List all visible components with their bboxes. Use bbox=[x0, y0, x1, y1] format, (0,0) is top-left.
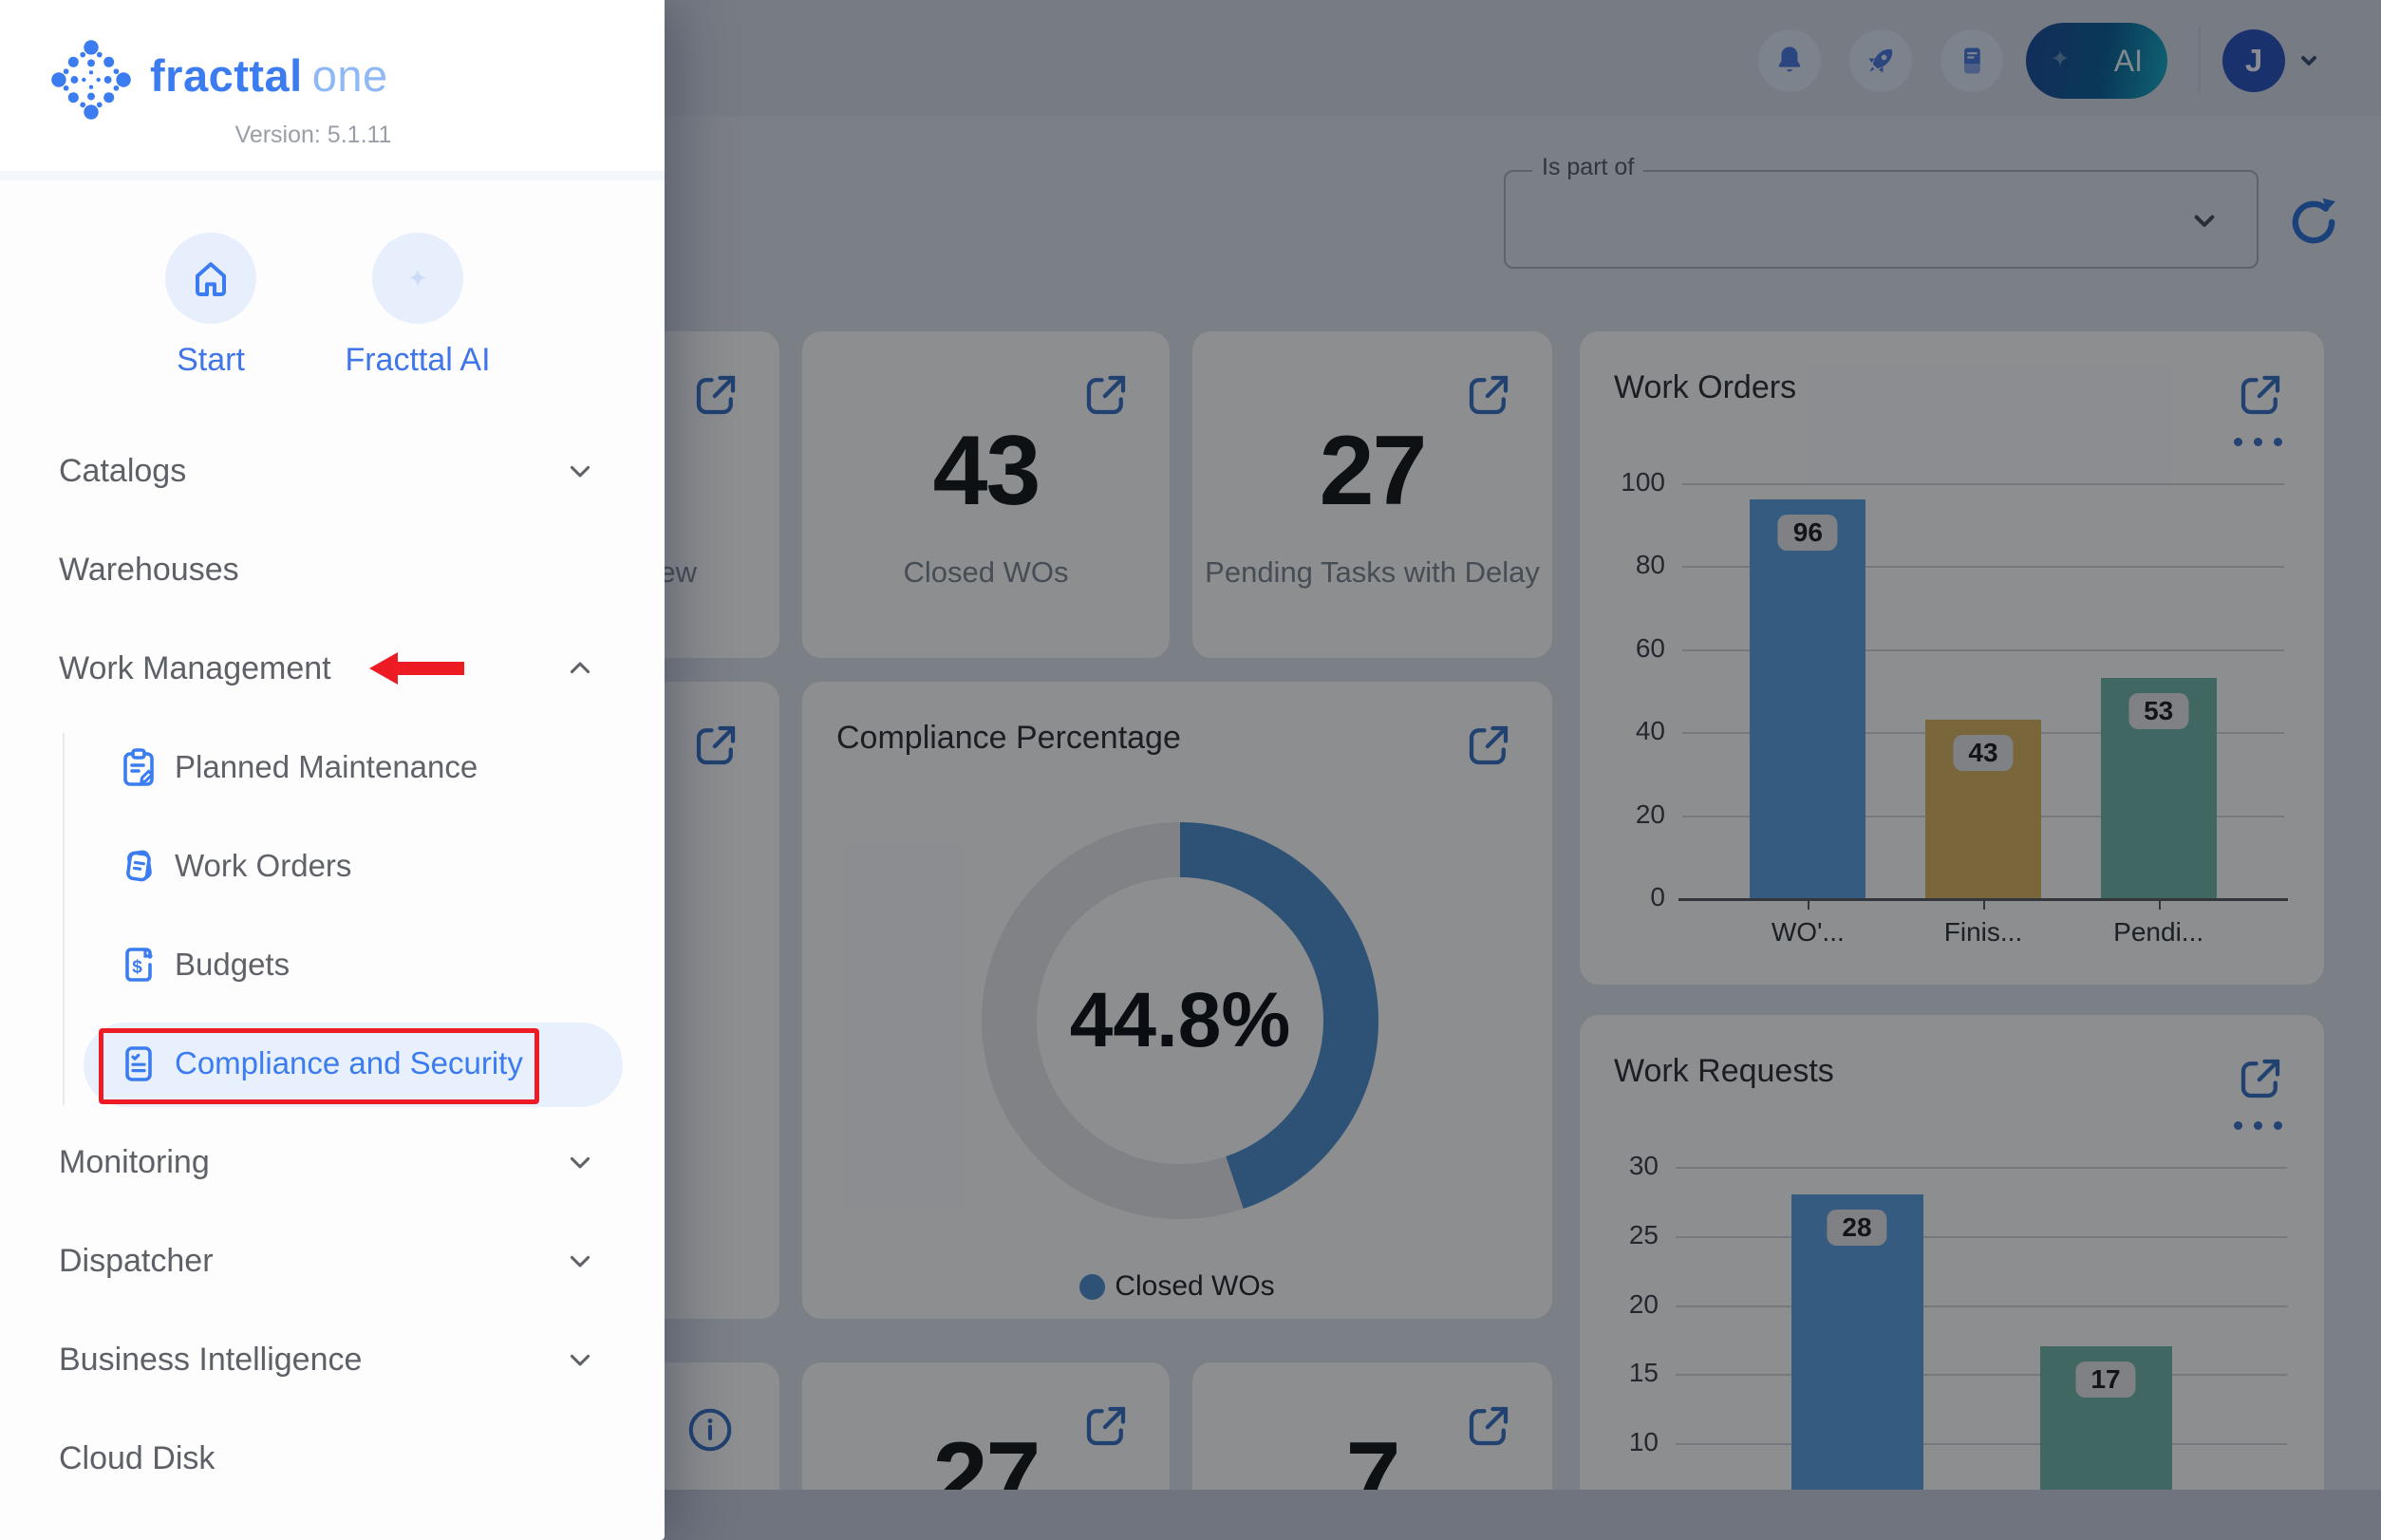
sidebar-item-work-orders[interactable]: Work Orders bbox=[0, 823, 665, 909]
home-icon bbox=[188, 255, 234, 301]
sidebar-item-planned-maintenance[interactable]: Planned Maintenance bbox=[0, 724, 665, 810]
documents-icon bbox=[116, 843, 161, 889]
sidebar-item-label: Cloud Disk bbox=[59, 1440, 215, 1477]
sidebar-item-label: Work Management bbox=[59, 650, 331, 687]
sparkle-icon: ✦ bbox=[407, 264, 428, 293]
sidebar-item-label: Planned Maintenance bbox=[175, 749, 478, 785]
sidebar-item-dispatcher[interactable]: Dispatcher bbox=[0, 1218, 665, 1304]
fracttal-logo-icon bbox=[49, 38, 133, 122]
sidebar-item-label: Catalogs bbox=[59, 453, 186, 490]
fracttal-one-app: ✦ AI J Is part of ew bbox=[0, 0, 2381, 1540]
sidebar-item-catalogs[interactable]: Catalogs bbox=[0, 428, 665, 514]
chevron-down-icon bbox=[564, 1146, 596, 1178]
sidebar-item-label: Budgets bbox=[175, 947, 290, 983]
sidebar-item-label: Business Intelligence bbox=[59, 1342, 362, 1379]
sidebar-item-label: Dispatcher bbox=[59, 1243, 214, 1280]
red-arrow-annotation bbox=[369, 652, 464, 685]
sidebar-item-monitoring[interactable]: Monitoring bbox=[0, 1119, 665, 1205]
main-menu-drawer: fracttalone Version: 5.1.11 ✦ Start Frac… bbox=[0, 0, 665, 1540]
sidebar-item-budgets[interactable]: $ Budgets bbox=[0, 922, 665, 1007]
sidebar-item-label: Compliance and Security bbox=[175, 1045, 523, 1081]
chevron-up-icon bbox=[564, 652, 596, 685]
shortcut-start[interactable] bbox=[165, 233, 256, 324]
sidebar-item-label: Warehouses bbox=[59, 552, 239, 589]
clipboard-edit-icon bbox=[116, 744, 161, 790]
chevron-down-icon bbox=[564, 455, 596, 487]
chevron-down-icon bbox=[564, 1343, 596, 1376]
version-text: Version: 5.1.11 bbox=[123, 122, 503, 149]
fracttal-logo-text: fracttalone bbox=[150, 49, 388, 102]
sidebar-item-label: Work Orders bbox=[175, 848, 351, 884]
sidebar-item-label: Monitoring bbox=[59, 1144, 210, 1181]
submenu-indent-guide bbox=[63, 733, 65, 1105]
budget-icon: $ bbox=[116, 942, 161, 987]
svg-text:$: $ bbox=[132, 958, 142, 978]
sidebar-item-warehouses[interactable]: Warehouses bbox=[0, 527, 665, 612]
sidebar-item-work-management[interactable]: Work Management bbox=[0, 626, 665, 711]
sidebar-item-cloud-disk[interactable]: Cloud Disk bbox=[0, 1416, 665, 1501]
chevron-down-icon bbox=[564, 1245, 596, 1277]
checklist-icon bbox=[116, 1041, 161, 1086]
sidebar-item-business-intelligence[interactable]: Business Intelligence bbox=[0, 1317, 665, 1402]
shortcut-fracttal-ai[interactable]: ✦ bbox=[372, 233, 463, 324]
shortcut-fracttal-ai-label[interactable]: Fracttal AI bbox=[294, 342, 541, 379]
drawer-header: fracttalone Version: 5.1.11 bbox=[0, 0, 665, 180]
